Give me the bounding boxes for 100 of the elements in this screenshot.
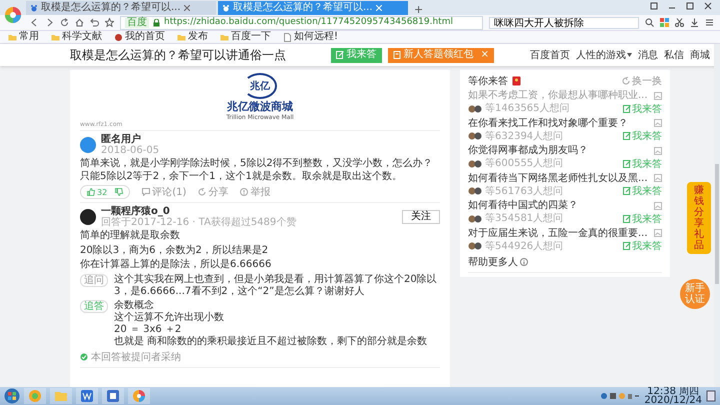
image-icon <box>654 174 662 182</box>
user-name[interactable]: 一颗程序猿o_0 <box>101 206 397 217</box>
nav-link[interactable]: 私信 <box>664 48 684 62</box>
taskbar-app[interactable] <box>102 388 124 404</box>
back-icon[interactable] <box>30 18 39 27</box>
avatar <box>80 137 96 153</box>
envelope-icon <box>392 51 401 59</box>
home-icon[interactable] <box>75 18 84 27</box>
question-link[interactable]: 在你看来找工作和找对象哪个重要？ <box>468 118 628 129</box>
user-avatars-icon <box>468 160 482 168</box>
download-icon[interactable] <box>690 18 699 27</box>
thumbs-down-icon[interactable] <box>115 188 124 196</box>
edit-icon <box>336 51 344 59</box>
star-icon[interactable] <box>105 18 114 27</box>
edit-icon <box>623 104 631 112</box>
asked-count: 等561763人想问 <box>485 186 564 196</box>
refresh-icon <box>622 77 630 85</box>
bookmark[interactable]: 常用 <box>8 32 39 42</box>
paw-icon <box>222 4 230 12</box>
asked-count: 等600555人想问 <box>485 158 564 169</box>
undo-icon[interactable] <box>90 18 99 27</box>
close-icon[interactable] <box>704 2 712 10</box>
url-text: https://zhidao.baidu.com/question/1177452095743456819.html <box>164 18 453 27</box>
clock-date: 2020/12/24 <box>644 396 702 405</box>
answer-text: 简单来说，就是小学刚学除法时候，5除以2得不到整数，又没学小数，怎么办？只能5除以2等于2，余下一个1，这个1就是余数。取余就是取出这个数。 <box>80 158 434 183</box>
notification-icon[interactable] <box>706 390 716 402</box>
user-name[interactable]: 匿名用户 <box>101 134 440 145</box>
maximize-icon[interactable] <box>686 2 694 10</box>
close-icon[interactable] <box>184 5 190 11</box>
asked-count: 等354581人想问 <box>485 213 564 224</box>
warning-icon <box>240 188 248 196</box>
question-link[interactable]: 你觉得网事都成为朋友吗？ <box>468 145 588 156</box>
app-icon <box>105 388 121 404</box>
apps-icon[interactable] <box>660 18 669 27</box>
sidebar-title: 等你来答 <box>468 74 508 88</box>
browser-tab[interactable]: 取模是怎么运算的？希望可以... <box>26 1 216 15</box>
image-icon <box>654 92 662 100</box>
store-icon <box>27 388 43 404</box>
caret-icon <box>627 53 632 57</box>
answer-meta: 回答于2017-12-16 · TA获得超过5489个赞 <box>101 217 298 228</box>
avatar <box>80 209 96 225</box>
image-icon <box>654 146 662 155</box>
app-icon <box>79 388 95 404</box>
forward-icon[interactable] <box>45 18 54 27</box>
user-avatars-icon <box>468 187 482 195</box>
tray-icons-icon[interactable] <box>600 392 640 400</box>
scrollbar[interactable] <box>714 44 720 387</box>
globe-icon <box>114 32 123 42</box>
comment-icon <box>142 188 150 196</box>
search-field[interactable]: 咪咪四大开人被拆除 <box>489 16 639 28</box>
share-icon <box>198 188 206 196</box>
paw-icon <box>30 4 38 12</box>
new-tab-button[interactable]: + <box>410 4 428 15</box>
nav-link[interactable]: 消息 <box>638 48 658 62</box>
user-avatars-icon <box>468 104 482 112</box>
envelope-icon <box>512 76 521 86</box>
nav-link[interactable]: 百度首页 <box>530 48 570 62</box>
image-icon <box>654 202 662 210</box>
address-bar[interactable]: 百度 https://zhidao.baidu.com/question/1177452095743456819.html <box>120 16 483 30</box>
promo-widget[interactable]: 赚钱分享礼品 <box>687 182 711 254</box>
nav-link[interactable]: 人性的游戏 <box>576 48 632 62</box>
thread-tag: 追答 <box>80 300 108 312</box>
bookmark[interactable]: 百度一下 <box>220 32 271 42</box>
bookmark[interactable]: 我的首页 <box>114 32 165 42</box>
question-link[interactable]: 如何看待当下网络黑老师性扎女以及黑... <box>468 172 648 184</box>
adopted-note: 本回答被提问者采纳 <box>91 350 181 364</box>
scissors-icon[interactable] <box>675 18 684 27</box>
asked-count: 等1463565人想问 <box>485 103 570 114</box>
follow-button[interactable]: 关注 <box>402 210 440 224</box>
site-badge: 百度 <box>125 18 149 28</box>
bookmark[interactable]: 发布 <box>177 32 208 42</box>
thumbs-up-icon <box>87 188 95 196</box>
thread-text: 余数概念 <box>114 300 155 312</box>
image-icon <box>654 229 662 238</box>
thread-tag: 追问 <box>80 274 108 286</box>
lock-icon <box>153 18 160 26</box>
bookmark[interactable]: 科学文献 <box>51 32 102 42</box>
nav-link[interactable]: 商城 <box>690 48 710 62</box>
taskbar-app[interactable] <box>128 388 150 404</box>
answer-meta: 2018-06-05 <box>101 145 160 156</box>
browser-icon <box>131 388 147 404</box>
question-link[interactable]: 对于应届生来说，五险一金真的很重要... <box>468 228 648 239</box>
search-icon[interactable] <box>645 18 654 27</box>
thread-text: 这个运算不允许出现小数 <box>114 312 225 324</box>
question-link[interactable]: 如何看待中国式的四菜？ <box>468 200 578 212</box>
user-avatars-icon <box>468 132 482 140</box>
taskbar-app[interactable] <box>76 388 98 404</box>
scrollbar-thumb[interactable] <box>715 164 719 284</box>
brand-name: 兆亿微波商城 <box>227 99 293 114</box>
bookmark[interactable]: 如何远程! <box>283 32 338 42</box>
help-text: 帮助更多人 <box>468 256 518 269</box>
image-icon <box>654 119 662 128</box>
reload-icon[interactable] <box>60 18 69 27</box>
answer-text: 你在计算器上算的是除法，所以是6.66666 <box>80 259 272 272</box>
start-icon[interactable] <box>4 388 20 404</box>
asked-count: 等632394人想问 <box>485 130 564 142</box>
question-title: 取模是怎么运算的？希望可以讲通俗一点 <box>70 46 286 64</box>
thread-text: 这个其实我在网上也查到，但是小弟我是看，用计算器算了你这个20除以3，是6.6666...7看不到2，这个“2”是怎么算？谢谢好人 <box>114 274 438 298</box>
menu-icon[interactable] <box>705 18 714 27</box>
edit-icon <box>623 214 631 222</box>
